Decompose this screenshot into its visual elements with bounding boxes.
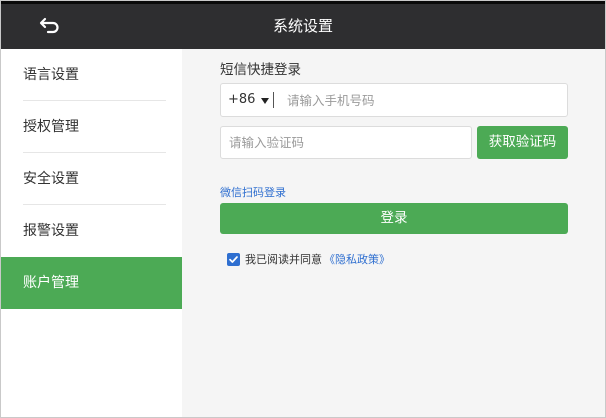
- app-window: 系统设置 语言设置 授权管理 安全设置 报警设置 账户管理 短信快捷登录 +86: [0, 0, 606, 418]
- sidebar-item-label: 账户管理: [23, 275, 79, 291]
- divider: [273, 92, 274, 108]
- agreement-row: 我已阅读并同意 《隐私政策》: [227, 251, 390, 267]
- caret-down-icon: [261, 97, 270, 104]
- verification-code-input[interactable]: [220, 126, 472, 159]
- check-icon: [229, 255, 238, 263]
- page-title: 系统设置: [272, 17, 333, 35]
- account-login-panel: 短信快捷登录 +86 获取验证码 微信扫码登录 登录 我已阅读并同意 《隐私政策…: [182, 49, 605, 417]
- country-code-value: +86: [228, 92, 256, 107]
- get-code-button[interactable]: 获取验证码: [477, 126, 568, 159]
- sidebar-item-language[interactable]: 语言设置: [1, 49, 182, 101]
- agree-text: 我已阅读并同意: [245, 253, 322, 266]
- country-code-select[interactable]: +86: [228, 84, 270, 116]
- login-button[interactable]: 登录: [220, 203, 568, 234]
- section-title: 短信快捷登录: [220, 62, 301, 78]
- agree-checkbox[interactable]: [227, 252, 240, 266]
- sidebar-item-label: 授权管理: [23, 119, 79, 135]
- wechat-login-link[interactable]: 微信扫码登录: [220, 184, 286, 200]
- sidebar-item-account[interactable]: 账户管理: [1, 257, 182, 309]
- sidebar-item-license[interactable]: 授权管理: [1, 101, 182, 153]
- sidebar-item-label: 报警设置: [23, 223, 79, 239]
- sidebar-item-label: 安全设置: [23, 171, 79, 187]
- sidebar-item-security[interactable]: 安全设置: [1, 153, 182, 205]
- sidebar: 语言设置 授权管理 安全设置 报警设置 账户管理: [1, 49, 182, 417]
- title-bar: 系统设置: [1, 1, 605, 49]
- privacy-policy-link[interactable]: 《隐私政策》: [324, 251, 390, 267]
- phone-field: +86: [220, 83, 573, 117]
- sidebar-item-alarm[interactable]: 报警设置: [1, 205, 182, 257]
- phone-input[interactable]: [281, 85, 573, 115]
- sidebar-item-label: 语言设置: [23, 67, 79, 83]
